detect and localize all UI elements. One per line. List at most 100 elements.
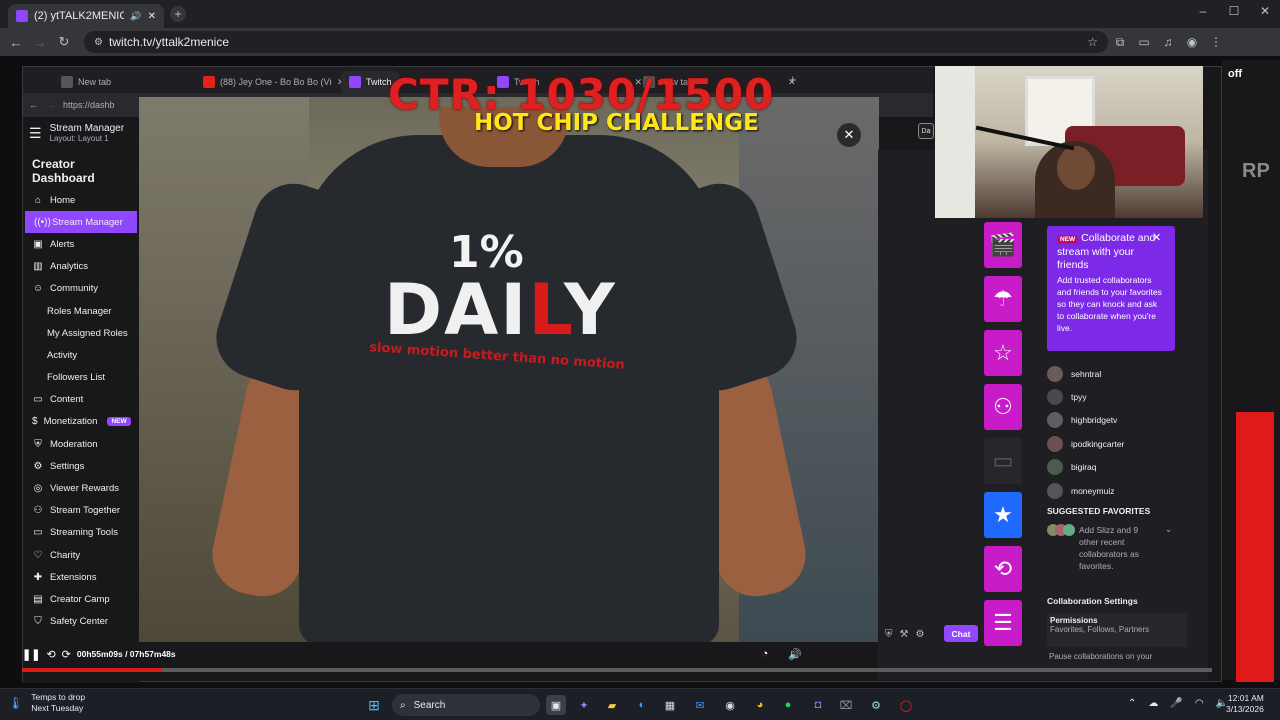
da-button[interactable]: Da [918,123,934,139]
chevron-up-icon[interactable]: ⌃ [1128,698,1136,709]
start-icon[interactable]: ⊞ [364,695,384,715]
favorite-item[interactable]: moneymuiz [1047,479,1197,502]
close-tab-icon[interactable]: ✕ [148,11,156,22]
replay-action-button[interactable]: ⟲ [984,546,1022,592]
cloud-icon[interactable]: ☁ [1148,698,1158,709]
reload-icon[interactable]: ↻ [52,34,76,50]
discord-icon[interactable]: ◘ [808,695,828,715]
inner-new-tab-button[interactable]: + [789,72,797,87]
sidebar-item-analytics[interactable]: ▥ Analytics [23,256,139,278]
extensions-icon[interactable]: ⧉ [1108,35,1132,50]
sidebar-item-creator-camp[interactable]: ▤ Creator Camp [23,588,139,610]
sidebar-item-extensions[interactable]: ✚ Extensions [23,566,139,588]
back-icon[interactable]: ← [4,35,28,50]
bookmark-star-icon[interactable]: ☆ [1087,35,1098,49]
store-icon[interactable]: ▦ [660,695,680,715]
clock[interactable]: 12:01 AM 3/13/2026 [1226,693,1264,715]
favorite-action-button[interactable]: ★ [984,492,1022,538]
edge-icon[interactable]: ◐ [632,695,652,715]
avatar [1047,365,1063,382]
sidebar-item-content[interactable]: ▭ Content [23,389,139,411]
close-window-button[interactable]: ✕ [1250,4,1280,18]
opera-icon[interactable]: ◯ [896,695,916,715]
rewind-icon[interactable]: ⟲ [46,648,55,661]
video-player[interactable]: 1% DAILY slow motion better than no moti… [139,97,879,642]
sidebar-item-community[interactable]: ☺ Community [23,278,139,300]
suggested-favorites-row[interactable]: Add Slizz and 9 other recent collaborato… [1047,524,1187,572]
hamburger-menu-icon[interactable]: ☰ [29,125,42,142]
wifi-icon[interactable]: ◠ [1195,698,1204,709]
sidebar-item-stream-together[interactable]: ⚇ Stream Together [23,500,139,522]
layout-action-button[interactable]: ☰ [984,600,1022,646]
sidebar-item-label: Moderation [50,438,98,450]
sidebar-item-home[interactable]: ⌂ Home [23,189,139,211]
clip-action-button[interactable]: 🎬 [984,222,1022,268]
file-explorer-icon[interactable]: ▰ [602,695,622,715]
spotify-icon[interactable]: ● [778,695,798,715]
sidebar-item-monetization[interactable]: $ Monetization NEW [23,411,139,433]
star-action-button[interactable]: ☆ [984,330,1022,376]
player-controls: ❚❚ ⟲ ⟳ 00h55m09s / 07h57m48s ◔ 🔊 [22,643,1212,677]
inner-back-icon[interactable]: ← [29,100,38,110]
sidebar-item-roles-manager[interactable]: Roles Manager [23,300,139,322]
raid-action-button[interactable]: ☂ [984,276,1022,322]
mic-icon[interactable]: 🎤 [1170,698,1182,709]
progress-bar[interactable] [22,668,1212,672]
speed-icon[interactable]: ◔ [762,648,769,660]
favorite-item[interactable]: ipodkingcarter [1047,432,1197,455]
steam-icon[interactable]: ⚙ [866,695,886,715]
github-icon[interactable]: ◉ [720,695,740,715]
minimize-button[interactable]: – [1188,4,1218,18]
inner-forward-icon[interactable]: → [46,100,55,110]
task-view-icon[interactable]: ▣ [546,695,566,715]
favorite-item[interactable]: highbridgetv [1047,409,1197,432]
weather-widget[interactable]: 🌡 Temps to drop Next Tuesday [8,692,85,714]
inner-tab[interactable]: (88) Jey One - Bo Bo Bo (Video Of✕ [195,71,353,93]
forward-skip-icon[interactable]: ⟳ [62,648,71,661]
gear-icon[interactable]: ⚙ [915,629,924,640]
sidebar-item-settings[interactable]: ⚙ Settings [23,455,139,477]
sidebar-item-viewer-rewards[interactable]: ◎ Viewer Rewards [23,477,139,499]
sidebar-item-moderation[interactable]: ⛨ Moderation [23,433,139,455]
app-icon[interactable]: ⌧ [836,695,856,715]
stream-manager-header[interactable]: ☰ Stream Manager Layout: Layout 1 [23,117,139,149]
close-icon[interactable]: ✕ [1152,231,1161,244]
sidebar-item-stream-manager[interactable]: ((•)) Stream Manager [25,211,137,234]
sidebar-item-label: Home [50,194,76,206]
favorite-item[interactable]: sehntral [1047,362,1197,385]
outlook-icon[interactable]: ✉ [690,695,710,715]
outer-tab-active[interactable]: (2) ytTALK2MENICE - Twitch 🔊 ✕ [8,4,164,28]
menu-icon[interactable]: ⋮ [1204,35,1228,49]
profile-icon[interactable]: ◉ [1180,35,1204,49]
pause-icon[interactable]: ❚❚ [22,648,40,661]
video-close-button[interactable]: ✕ [837,123,861,147]
media-icon[interactable]: ♫ [1156,35,1180,49]
sidebar-item-safety-center[interactable]: ⛉ Safety Center [23,611,139,633]
sidebar-item-activity[interactable]: Activity [23,344,139,366]
chevron-down-icon[interactable]: ⌄ [1165,524,1172,572]
sidebar-item-charity[interactable]: ♡ Charity [23,544,139,566]
forward-icon[interactable]: → [28,35,52,50]
address-bar[interactable]: ⚙ twitch.tv/yttalk2menice ☆ [84,31,1108,53]
favorite-item[interactable]: bigiraq [1047,456,1197,479]
sidebar-item-alerts[interactable]: ▣ Alerts [23,233,139,255]
audio-icon[interactable]: 🔊 [130,11,141,22]
permissions-dropdown[interactable]: Permissions Favorites, Follows, Partners [1047,613,1187,647]
new-tab-button[interactable]: + [170,6,186,22]
taskbar-search[interactable]: ⌕ Search [392,694,540,716]
sidebar-item-followers-list[interactable]: Followers List [23,367,139,389]
copilot-icon[interactable]: ✦ [574,695,594,715]
ad-action-button[interactable]: ▭ [984,438,1022,484]
site-info-icon[interactable]: ⚙ [94,37,103,48]
cast-icon[interactable]: ▭ [1132,35,1156,49]
volume-icon[interactable]: 🔊 [788,648,802,661]
favorite-item[interactable]: tpyy [1047,385,1197,408]
chrome-icon[interactable]: ◕ [750,695,770,715]
sidebar-item-my-assigned-roles[interactable]: My Assigned Roles [23,322,139,344]
add-user-action-button[interactable]: ⚇ [984,384,1022,430]
chat-button[interactable]: Chat [944,625,978,642]
sidebar-item-streaming-tools[interactable]: ▭ Streaming Tools [23,522,139,544]
maximize-button[interactable]: ☐ [1219,4,1249,18]
shield-icon[interactable]: ⛨ [885,629,893,640]
tools-icon[interactable]: ⚒ [900,629,909,640]
